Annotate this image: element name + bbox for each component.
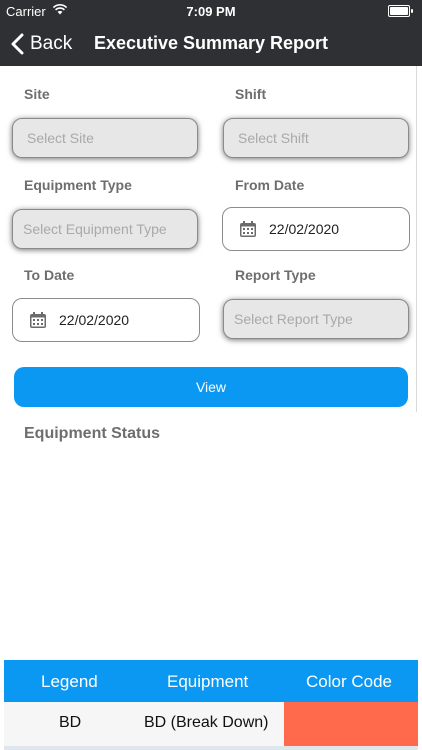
to-date-value: 22/02/2020 <box>59 312 130 328</box>
equipment-status-heading: Equipment Status <box>24 425 161 442</box>
report-type-select[interactable]: Select Report Type <box>223 299 409 339</box>
header-equipment: Equipment <box>167 672 249 691</box>
top-bar: Carrier 7:09 PM Back Executive Summary R… <box>0 0 422 66</box>
row-color-swatch <box>284 702 418 746</box>
page-title: Executive Summary Report <box>93 33 329 53</box>
divider <box>416 66 417 412</box>
header-legend: Legend <box>41 672 98 691</box>
calendar-icon <box>240 221 256 237</box>
site-select[interactable]: Select Site <box>12 118 198 158</box>
to-date-label: To Date <box>24 267 75 283</box>
table-row: BD BD (Break Down) <box>4 702 418 746</box>
equipment-type-select[interactable]: Select Equipment Type <box>12 209 198 249</box>
battery-icon <box>388 5 413 17</box>
site-label: Site <box>24 86 50 102</box>
from-date-value: 22/02/2020 <box>269 221 340 237</box>
site-placeholder: Select Site <box>27 130 94 146</box>
navigation-bar: Back Executive Summary Report <box>0 22 422 66</box>
status-bar: Carrier 7:09 PM <box>0 0 422 22</box>
shift-select[interactable]: Select Shift <box>223 118 409 158</box>
shift-label: Shift <box>235 86 267 102</box>
row-legend: BD <box>59 714 82 731</box>
table-row <box>4 746 418 750</box>
equipment-type-label: Equipment Type <box>24 177 132 193</box>
shift-placeholder: Select Shift <box>238 130 309 146</box>
from-date-picker[interactable]: 22/02/2020 <box>222 207 410 251</box>
report-type-placeholder: Select Report Type <box>234 311 353 327</box>
to-date-picker[interactable]: 22/02/2020 <box>12 298 200 342</box>
clock: 7:09 PM <box>186 4 236 19</box>
report-type-label: Report Type <box>235 267 316 283</box>
header-color-code: Color Code <box>306 672 392 691</box>
equipment-type-placeholder: Select Equipment Type <box>23 221 167 237</box>
calendar-icon <box>30 312 46 328</box>
legend-table-header: Legend Equipment Color Code <box>4 660 418 702</box>
view-button[interactable]: View <box>14 367 408 407</box>
from-date-label: From Date <box>235 177 305 193</box>
row-equipment: BD (Break Down) <box>144 714 269 731</box>
